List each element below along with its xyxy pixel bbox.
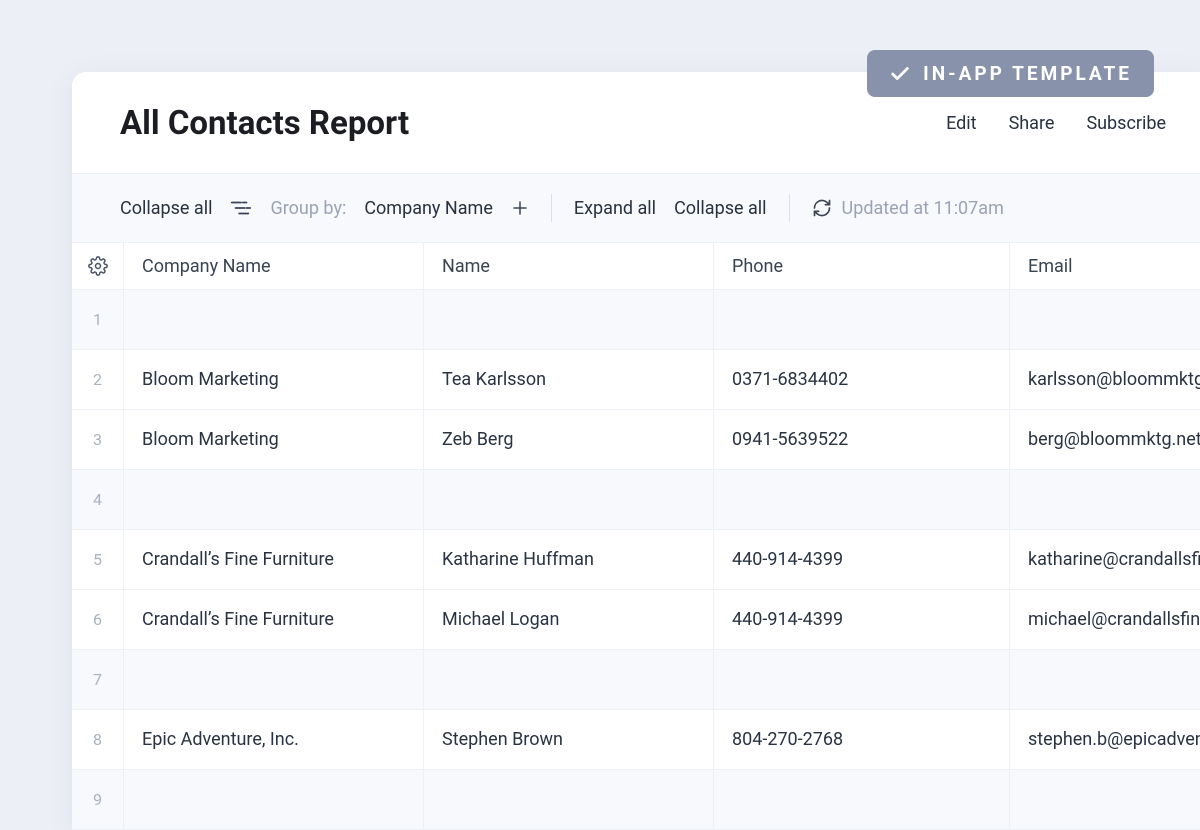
report-toolbar: Collapse all Group by: Company Name Expa… <box>72 173 1200 243</box>
page-title: All Contacts Report <box>120 104 409 143</box>
row-number: 4 <box>72 470 124 529</box>
column-header-company[interactable]: Company Name <box>124 243 424 289</box>
check-icon <box>889 63 911 85</box>
cell-phone <box>714 290 1010 349</box>
updated-status: Updated at 11:07am <box>812 198 1004 219</box>
table-group-row[interactable]: 9 <box>72 770 1200 830</box>
cell-name[interactable]: Zeb Berg <box>424 410 714 469</box>
cell-phone <box>714 650 1010 709</box>
row-number: 8 <box>72 710 124 769</box>
badge-label: IN-APP TEMPLATE <box>923 62 1132 85</box>
table-group-row[interactable]: 7 <box>72 650 1200 710</box>
cell-name <box>424 290 714 349</box>
cell-company[interactable]: Crandall’s Fine Furniture <box>124 590 424 649</box>
cell-company[interactable]: Bloom Marketing <box>124 410 424 469</box>
in-app-template-badge: IN-APP TEMPLATE <box>867 50 1154 97</box>
cell-name[interactable]: Tea Karlsson <box>424 350 714 409</box>
report-panel: All Contacts Report Edit Share Subscribe… <box>72 72 1200 830</box>
toolbar-divider <box>551 194 552 222</box>
cell-email[interactable]: michael@crandallsfine.com <box>1010 590 1200 649</box>
collapse-all-button[interactable]: Collapse all <box>120 198 212 219</box>
cell-email <box>1010 770 1200 829</box>
row-number: 1 <box>72 290 124 349</box>
table-row[interactable]: 2Bloom MarketingTea Karlsson0371-6834402… <box>72 350 1200 410</box>
cell-name[interactable]: Michael Logan <box>424 590 714 649</box>
table-row[interactable]: 6Crandall’s Fine FurnitureMichael Logan4… <box>72 590 1200 650</box>
edit-link[interactable]: Edit <box>946 113 976 134</box>
cell-name[interactable]: Stephen Brown <box>424 710 714 769</box>
cell-company <box>124 770 424 829</box>
toolbar-divider <box>789 194 790 222</box>
expand-all-button[interactable]: Expand all <box>574 198 656 219</box>
table-group-row[interactable]: 4 <box>72 470 1200 530</box>
group-by-label: Group by: <box>270 198 346 219</box>
cell-company[interactable]: Epic Adventure, Inc. <box>124 710 424 769</box>
cell-phone[interactable]: 804-270-2768 <box>714 710 1010 769</box>
table-header-row: Company Name Name Phone Email <box>72 243 1200 290</box>
column-header-name[interactable]: Name <box>424 243 714 289</box>
updated-text: Updated at 11:07am <box>842 198 1004 219</box>
cell-phone <box>714 770 1010 829</box>
subscribe-link[interactable]: Subscribe <box>1086 113 1166 134</box>
cell-email[interactable]: stephen.b@epicadventure.com <box>1010 710 1200 769</box>
row-number: 5 <box>72 530 124 589</box>
cell-email <box>1010 650 1200 709</box>
share-link[interactable]: Share <box>1009 113 1055 134</box>
row-number: 3 <box>72 410 124 469</box>
cell-email <box>1010 290 1200 349</box>
settings-column-header[interactable] <box>72 243 124 289</box>
cell-phone <box>714 470 1010 529</box>
plus-icon[interactable] <box>511 199 529 217</box>
cell-company <box>124 650 424 709</box>
collapse-all-button-2[interactable]: Collapse all <box>674 198 766 219</box>
cell-company[interactable]: Bloom Marketing <box>124 350 424 409</box>
columns-icon[interactable] <box>230 199 252 217</box>
cell-name <box>424 470 714 529</box>
header-actions: Edit Share Subscribe <box>946 113 1166 134</box>
column-header-phone[interactable]: Phone <box>714 243 1010 289</box>
cell-company <box>124 470 424 529</box>
cell-name[interactable]: Katharine Huffman <box>424 530 714 589</box>
row-number: 7 <box>72 650 124 709</box>
cell-email[interactable]: katharine@crandallsfine.com <box>1010 530 1200 589</box>
cell-name <box>424 770 714 829</box>
cell-email <box>1010 470 1200 529</box>
row-number: 6 <box>72 590 124 649</box>
cell-phone[interactable]: 440-914-4399 <box>714 590 1010 649</box>
cell-phone[interactable]: 440-914-4399 <box>714 530 1010 589</box>
cell-email[interactable]: berg@bloommktg.net <box>1010 410 1200 469</box>
cell-name <box>424 650 714 709</box>
cell-company <box>124 290 424 349</box>
row-number: 2 <box>72 350 124 409</box>
cell-phone[interactable]: 0941-5639522 <box>714 410 1010 469</box>
table-row[interactable]: 3Bloom MarketingZeb Berg0941-5639522berg… <box>72 410 1200 470</box>
gear-icon <box>88 256 108 276</box>
column-header-email[interactable]: Email <box>1010 243 1200 289</box>
table-group-row[interactable]: 1 <box>72 290 1200 350</box>
contacts-table: Company Name Name Phone Email 12Bloom Ma… <box>72 243 1200 830</box>
cell-company[interactable]: Crandall’s Fine Furniture <box>124 530 424 589</box>
table-row[interactable]: 8Epic Adventure, Inc.Stephen Brown804-27… <box>72 710 1200 770</box>
refresh-icon[interactable] <box>812 198 832 218</box>
group-by-value[interactable]: Company Name <box>364 198 493 219</box>
row-number: 9 <box>72 770 124 829</box>
table-row[interactable]: 5Crandall’s Fine FurnitureKatharine Huff… <box>72 530 1200 590</box>
cell-email[interactable]: karlsson@bloommktg.net <box>1010 350 1200 409</box>
cell-phone[interactable]: 0371-6834402 <box>714 350 1010 409</box>
